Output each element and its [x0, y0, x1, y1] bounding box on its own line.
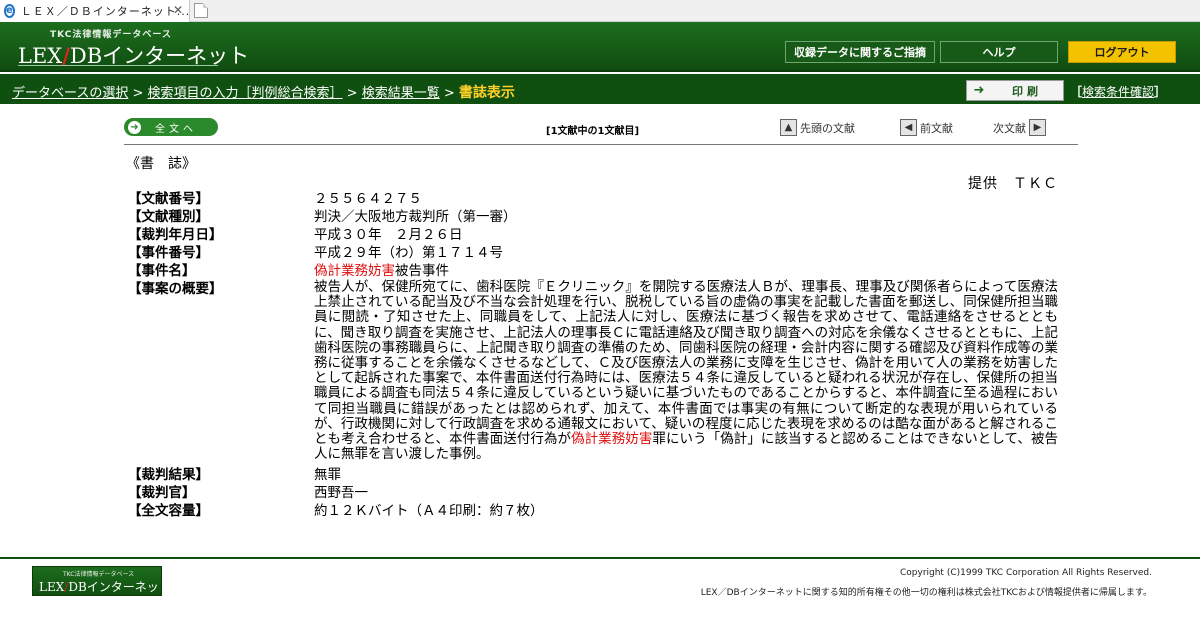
first-document-link[interactable]: ▲ 先頭の文献	[780, 119, 858, 136]
fulltext-button[interactable]: ➜ 全文へ	[124, 118, 218, 136]
data-feedback-button[interactable]: 収録データに関するご指摘	[785, 41, 935, 63]
case-name-rest: 被告事件	[395, 263, 449, 279]
field-label: 【事件番号】	[128, 245, 209, 261]
ie-browser-icon: e	[4, 4, 15, 18]
breadcrumb-db-select[interactable]: データベースの選択	[12, 86, 128, 101]
first-document-label: 先頭の文献	[800, 121, 855, 135]
browser-tab-strip: e ＬＥＸ／ＤＢインターネット... ✕	[0, 0, 1200, 22]
field-doc-type: 【文献種別】 判決／大阪地方裁判所（第一審）	[128, 208, 1058, 226]
field-judge: 【裁判官】 西野吾一	[128, 484, 1058, 502]
help-button[interactable]: ヘルプ	[940, 41, 1058, 63]
divider	[124, 144, 1078, 145]
footer-logo: TKC法律情報データベース LEX/DBインターネット	[32, 566, 162, 611]
footer-logo-subtitle: TKC法律情報データベース	[63, 571, 135, 578]
highlighted-keyword: 偽計業務妨害	[314, 263, 395, 279]
triangle-right-icon: ▶	[1029, 119, 1046, 136]
next-document-link[interactable]: 次文献 ▶	[990, 119, 1046, 136]
footer-logo-text: LEX/DBインターネット	[39, 578, 161, 612]
new-tab-icon[interactable]	[194, 3, 208, 18]
close-tab-icon[interactable]: ✕	[173, 3, 183, 17]
field-doc-number: 【文献番号】 ２５５６４２７５	[128, 190, 1058, 208]
search-conditions: ［検索条件確認］	[1070, 83, 1166, 100]
field-label: 【裁判結果】	[128, 467, 209, 484]
footer-logo-left: LEX	[39, 580, 65, 594]
field-label: 【事件名】	[128, 263, 196, 279]
field-label: 【文献番号】	[128, 191, 209, 207]
print-arrow-icon: ➜	[973, 83, 985, 98]
breadcrumb-separator: >	[439, 86, 459, 101]
case-summary: 被告人が、保健所宛てに、歯科医院『Ｅクリニック』を開院する医療法人Ｂが、理事長、…	[314, 279, 1058, 462]
field-value: 無罪	[314, 467, 341, 484]
field-value: 西野吾一	[314, 485, 368, 502]
field-label: 【文献種別】	[128, 209, 209, 225]
bracket-open: ［	[1070, 85, 1083, 99]
bracket-close: ］	[1154, 85, 1167, 99]
triangle-left-icon: ◀	[900, 119, 917, 136]
summary-text: 被告人が、保健所宛てに、歯科医院『Ｅクリニック』を開院する医療法人Ｂが、理事長、…	[314, 279, 1058, 448]
field-date: 【裁判年月日】 平成３０年 ２月２６日	[128, 226, 1058, 244]
print-button[interactable]: ➜ 印刷	[966, 80, 1064, 101]
logo-subtitle: TKC法律情報データベース	[50, 30, 172, 40]
field-value: 約１２Ｋバイト（Ａ４印刷：約７枚）	[314, 503, 544, 520]
browser-tab-title: ＬＥＸ／ＤＢインターネット...	[20, 5, 191, 18]
next-document-label: 次文献	[993, 121, 1026, 135]
field-label: 【裁判年月日】	[128, 227, 223, 243]
logo-underline	[18, 65, 218, 66]
field-label: 【事案の概要】	[128, 281, 223, 297]
breadcrumb: データベースの選択 > 検索項目の入力［判例総合検索］ > 検索結果一覧 > 書…	[12, 82, 515, 102]
breadcrumb-separator: >	[128, 86, 148, 101]
print-button-label: 印刷	[1012, 84, 1042, 98]
field-result: 【裁判結果】 無罪	[128, 466, 1058, 484]
breadcrumb-separator: >	[342, 86, 362, 101]
document-position: [1文献中の1文献目]	[546, 126, 640, 137]
breadcrumb-current: 書誌表示	[458, 85, 515, 101]
field-value: 偽計業務妨害被告事件	[314, 262, 1058, 280]
browser-tab[interactable]: e ＬＥＸ／ＤＢインターネット... ✕	[0, 0, 190, 22]
field-value: 平成３０年 ２月２６日	[314, 227, 463, 243]
field-case-number: 【事件番号】 平成２９年（わ）第１７１４号	[128, 244, 1058, 262]
fulltext-label: 全文へ	[155, 123, 197, 135]
rights-notice: LEX／DBインターネットに関する知的所有権その他一切の権利は株式会社TKCおよ…	[700, 588, 1152, 598]
triangle-up-icon: ▲	[780, 119, 797, 136]
field-value: 平成２９年（わ）第１７１４号	[314, 245, 503, 261]
copyright-text: Copyright (C)1999 TKC Corporation All Ri…	[899, 568, 1152, 578]
previous-document-label: 前文献	[920, 121, 953, 135]
previous-document-link[interactable]: ◀ 前文献	[900, 119, 956, 136]
field-value: ２５５６４２７５	[314, 191, 422, 207]
field-case-name: 【事件名】 偽計業務妨害被告事件	[128, 262, 1058, 280]
field-size: 【全文容量】 約１２Ｋバイト（Ａ４印刷：約７枚）	[128, 502, 1058, 520]
search-conditions-link[interactable]: 検索条件確認	[1082, 85, 1154, 99]
breadcrumb-item-input[interactable]: 検索項目の入力［判例総合検索］	[148, 86, 343, 101]
highlighted-keyword: 偽計業務妨害	[571, 431, 653, 448]
field-label: 【裁判官】	[128, 485, 196, 502]
footer-divider	[0, 557, 1200, 559]
logout-button[interactable]: ログアウト	[1068, 41, 1176, 63]
field-summary: 【事案の概要】 被告人が、保健所宛てに、歯科医院『Ｅクリニック』を開院する医療法…	[128, 279, 1058, 462]
fulltext-arrow-icon: ➜	[128, 120, 141, 134]
bibliography-record: 【文献番号】 ２５５６４２７５ 【文献種別】 判決／大阪地方裁判所（第一審） 【…	[128, 190, 1058, 520]
breadcrumb-result-list[interactable]: 検索結果一覧	[362, 86, 440, 101]
field-value: 判決／大阪地方裁判所（第一審）	[314, 209, 517, 225]
field-label: 【全文容量】	[128, 503, 209, 520]
section-heading: 《書 誌》	[126, 156, 196, 172]
